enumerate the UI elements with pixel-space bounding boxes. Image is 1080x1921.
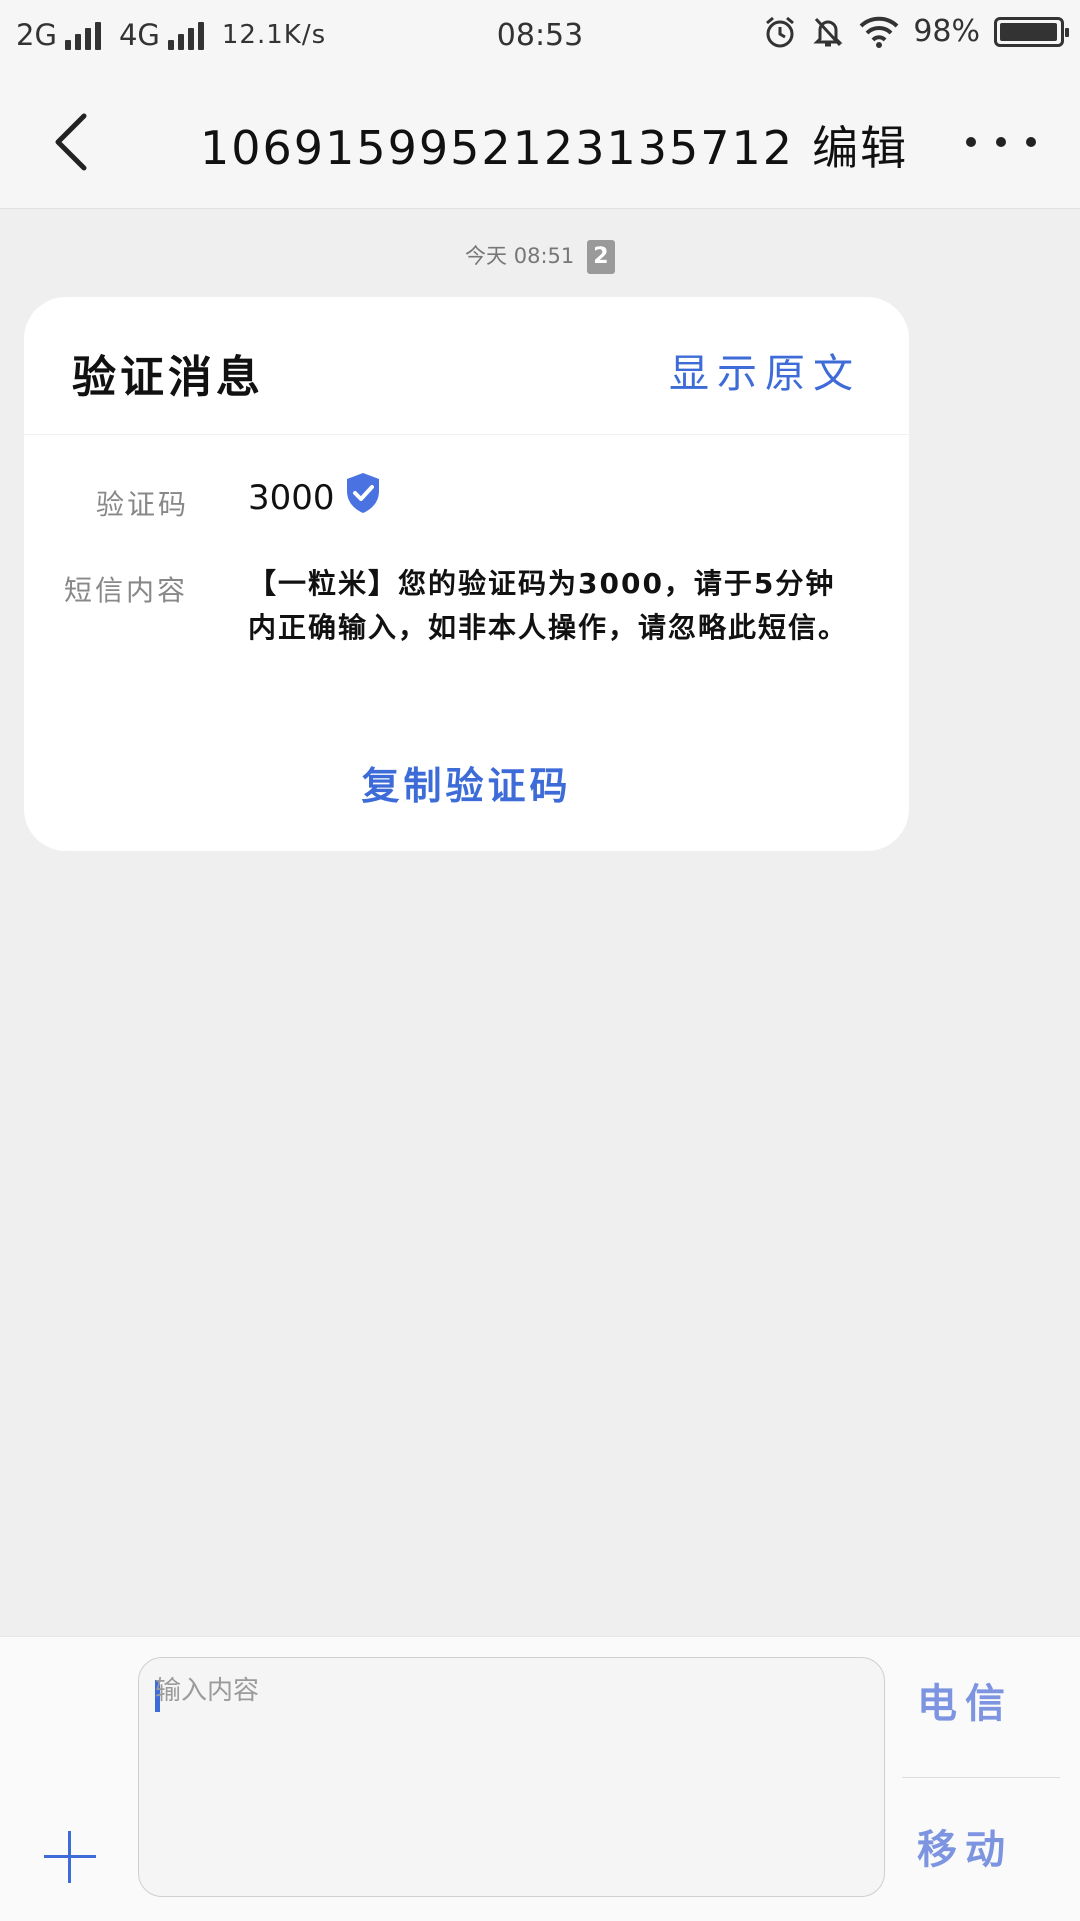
message-time: 今天 08:51 [465,244,575,268]
more-dot-icon [1026,137,1036,147]
send-options-divider [902,1777,1060,1778]
code-label: 验证码 [96,488,190,521]
more-dot-icon [996,137,1006,147]
verified-shield-icon [343,471,383,524]
verification-message-card[interactable]: 验证消息 显示原文 验证码 3000 短信内容 【一粒米】您的验证码为3000，… [24,297,909,851]
status-left: 2G 4G 12.1K/s [16,18,326,52]
message-input-container[interactable] [138,1657,885,1897]
copy-code-button[interactable]: 复制验证码 [24,755,909,810]
content-label: 短信内容 [64,574,189,607]
sender-number: 1069159952123135712 [200,121,795,175]
sms-content: 【一粒米】您的验证码为3000，请于5分钟内正确输入，如非本人操作，请忽略此短信… [248,567,849,644]
composer-bar: 电信 移动 [0,1636,1080,1921]
show-original-button[interactable]: 显示原文 [669,341,861,399]
back-button[interactable] [44,110,104,174]
verification-code: 3000 [248,477,335,518]
battery-fill [1000,22,1057,41]
sim-badge: 2 [586,240,615,274]
conversation-header: 1069159952123135712 编辑 [0,74,1080,209]
battery-icon [994,16,1069,47]
status-right: 98% [763,14,1069,49]
message-input[interactable] [153,1668,872,1892]
send-via-telecom-button[interactable]: 电信 [890,1671,1040,1729]
wifi-icon [859,16,899,48]
send-via-mobile-button[interactable]: 移动 [890,1817,1040,1875]
network-speed: 12.1K/s [221,20,327,50]
alarm-icon [763,15,797,49]
conversation-title: 1069159952123135712 编辑 [200,112,960,178]
bell-off-icon [811,15,845,49]
message-timestamp: 今天 08:51 2 [0,240,1080,274]
add-attachment-button[interactable] [40,1827,100,1887]
card-header: 验证消息 显示原文 [24,297,909,435]
battery-percent: 98% [913,14,980,49]
status-bar: 2G 4G 12.1K/s 08:53 98% [0,0,1080,74]
network-2g-label: 2G [16,18,57,52]
more-dot-icon [966,137,976,147]
card-title: 验证消息 [72,352,264,403]
edit-contact-button[interactable]: 编辑 [812,121,908,175]
network-4g-label: 4G [118,18,160,52]
signal-strength-icon [64,20,101,50]
code-row: 3000 [248,471,383,524]
more-options-button[interactable] [966,122,1036,162]
chevron-left-icon [55,113,87,171]
signal-strength-icon [167,20,204,50]
